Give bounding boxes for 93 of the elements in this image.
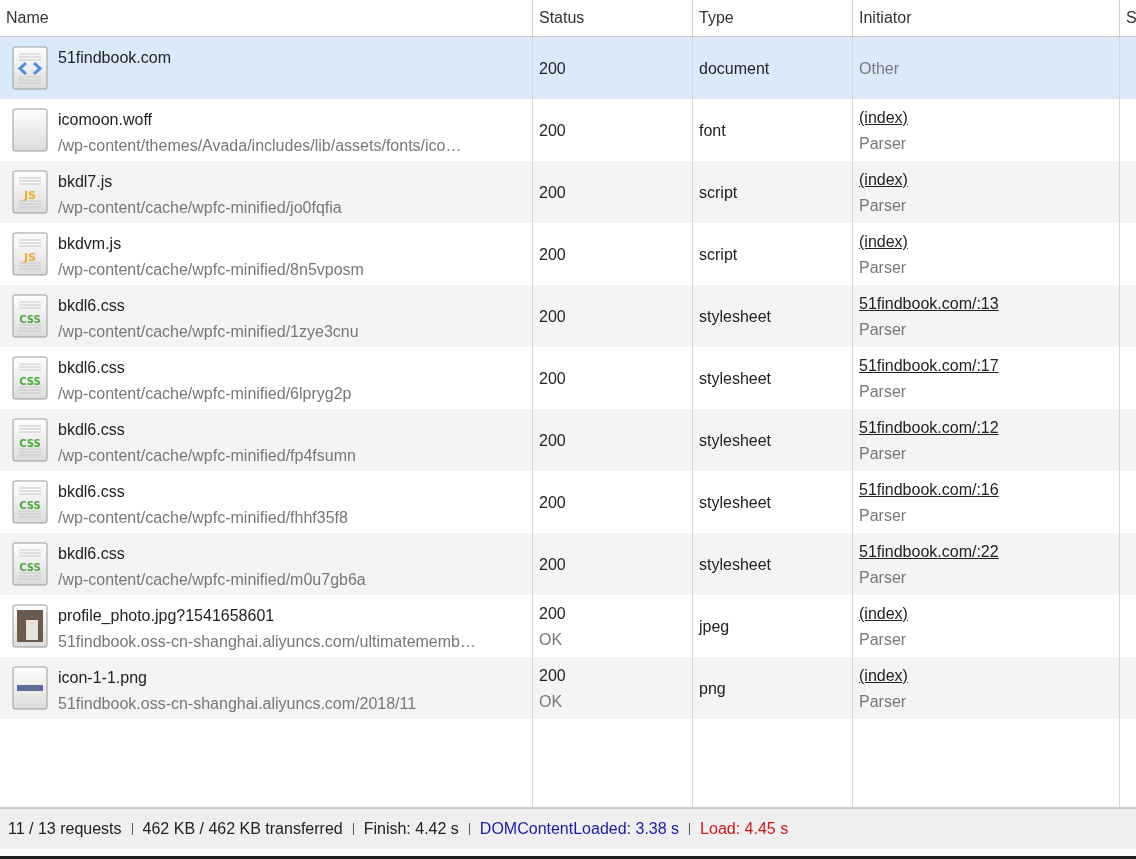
image-file-icon: [12, 666, 48, 710]
initiator-detail: Parser: [859, 505, 907, 526]
status-summary: Load: 4.45 s: [700, 820, 789, 838]
file-path: /wp-content/cache/wpfc-minified/1zye3cnu: [58, 322, 359, 342]
initiator-detail: Parser: [859, 381, 907, 402]
resource-type: png: [699, 678, 726, 699]
status-summary: Finish: 4.42 s: [363, 820, 459, 838]
status-code: 200: [539, 665, 566, 686]
js-file-icon: JS: [12, 232, 48, 276]
file-path: /wp-content/cache/wpfc-minified/fhhf35f8: [58, 508, 348, 528]
initiator-detail: Parser: [859, 195, 907, 216]
request-row[interactable]: icon-1-1.png 51findbook.oss-cn-shanghai.aliyuncs.com/2018/11 200 OK png (index) Parser: [0, 657, 1136, 719]
status-summary: DOMContentLoaded: 3.38 s: [479, 820, 680, 838]
initiator-detail: Parser: [859, 319, 907, 340]
status-code: 200: [539, 603, 566, 624]
column-header[interactable]: Status: [533, 0, 693, 36]
request-row[interactable]: CSS bkdl6.css /wp-content/cache/wpfc-minified/fp4fsumn 200 stylesheet 51findbook.com/:12 Parser: [0, 409, 1136, 471]
file-name: icomoon.woff: [58, 110, 152, 130]
file-name: bkdl6.css: [58, 482, 125, 502]
photo-thumbnail-icon: [12, 604, 48, 648]
status-code: 200: [539, 244, 566, 265]
file-name: bkdl7.js: [58, 172, 113, 192]
file-path: /wp-content/cache/wpfc-minified/8n5vposm: [58, 260, 364, 280]
column-header[interactable]: S: [1120, 0, 1136, 36]
initiator-link[interactable]: (index): [859, 602, 908, 624]
file-path: 51findbook.oss-cn-shanghai.aliyuncs.com/ultimatememb…: [58, 632, 476, 652]
file-name: bkdl6.css: [58, 544, 125, 564]
resource-type: font: [699, 120, 726, 141]
initiator-link[interactable]: 51findbook.com/:13: [859, 292, 999, 314]
initiator-link[interactable]: 51findbook.com/:17: [859, 354, 999, 376]
status-text: OK: [539, 691, 563, 712]
resource-type: stylesheet: [699, 368, 772, 389]
resource-type: stylesheet: [699, 492, 772, 513]
status-code: 200: [539, 58, 566, 79]
initiator-link[interactable]: (index): [859, 106, 908, 128]
file-name: profile_photo.jpg?1541658601: [58, 606, 275, 626]
initiator-text: Other: [859, 58, 899, 79]
status-code: 200: [539, 182, 566, 203]
file-path: /wp-content/themes/Avada/includes/lib/assets/fonts/ico…: [58, 136, 462, 156]
css-file-icon: CSS: [12, 480, 48, 524]
file-name: bkdl6.css: [58, 296, 125, 316]
initiator-detail: Parser: [859, 691, 907, 712]
file-path: /wp-content/cache/wpfc-minified/6lpryg2p: [58, 384, 352, 404]
resource-type: stylesheet: [699, 430, 772, 451]
file-path: /wp-content/cache/wpfc-minified/fp4fsumn: [58, 446, 356, 466]
initiator-detail: Parser: [859, 257, 907, 278]
status-summary: 11 / 13 requests: [8, 820, 122, 838]
status-summary: 462 KB / 462 KB transferred: [142, 820, 343, 838]
column-header[interactable]: Name: [0, 0, 533, 36]
initiator-link[interactable]: (index): [859, 168, 908, 190]
file-path: 51findbook.oss-cn-shanghai.aliyuncs.com/2018/11: [58, 694, 417, 714]
initiator-link[interactable]: 51findbook.com/:22: [859, 540, 999, 562]
initiator-detail: Parser: [859, 629, 907, 650]
css-file-icon: CSS: [12, 356, 48, 400]
file-name: bkdvm.js: [58, 234, 122, 254]
css-file-icon: CSS: [12, 542, 48, 586]
file-name: icon-1-1.png: [58, 668, 147, 688]
status-code: 200: [539, 492, 566, 513]
status-code: 200: [539, 306, 566, 327]
status-code: 200: [539, 120, 566, 141]
initiator-link[interactable]: (index): [859, 664, 908, 686]
initiator-link[interactable]: 51findbook.com/:16: [859, 478, 999, 500]
file-name: 51findbook.com: [58, 48, 171, 68]
resource-type: stylesheet: [699, 306, 772, 327]
initiator-detail: Parser: [859, 443, 907, 464]
css-file-icon: CSS: [12, 294, 48, 338]
resource-type: script: [699, 244, 738, 265]
css-file-icon: CSS: [12, 418, 48, 462]
file-path: /wp-content/cache/wpfc-minified/m0u7gb6a: [58, 570, 366, 590]
file-path: /wp-content/cache/wpfc-minified/jo0fqfia: [58, 198, 342, 218]
status-text: OK: [539, 629, 563, 650]
initiator-link[interactable]: 51findbook.com/:12: [859, 416, 999, 438]
request-row[interactable]: CSS bkdl6.css /wp-content/cache/wpfc-minified/m0u7gb6a 200 stylesheet 51findbook.com/:22 Parser: [0, 533, 1136, 595]
file-name: bkdl6.css: [58, 358, 125, 378]
resource-type: jpeg: [699, 616, 730, 637]
code-file-icon: [12, 46, 48, 90]
request-row[interactable]: CSS bkdl6.css /wp-content/cache/wpfc-minified/1zye3cnu 200 stylesheet 51findbook.com/:13 Parser: [0, 285, 1136, 347]
initiator-detail: Parser: [859, 133, 907, 154]
column-header[interactable]: Initiator: [853, 0, 1120, 36]
file-name: bkdl6.css: [58, 420, 125, 440]
resource-type: document: [699, 58, 770, 79]
status-code: 200: [539, 368, 566, 389]
request-row[interactable]: JS bkdl7.js /wp-content/cache/wpfc-minified/jo0fqfia 200 script (index) Parser: [0, 161, 1136, 223]
status-code: 200: [539, 554, 566, 575]
request-row[interactable]: 51findbook.com 200 document Other: [0, 37, 1136, 99]
column-header[interactable]: Type: [693, 0, 853, 36]
initiator-link[interactable]: (index): [859, 230, 908, 252]
status-code: 200: [539, 430, 566, 451]
initiator-detail: Parser: [859, 567, 907, 588]
resource-type: stylesheet: [699, 554, 772, 575]
resource-type: script: [699, 182, 738, 203]
blank-file-icon: [12, 108, 48, 152]
js-file-icon: JS: [12, 170, 48, 214]
